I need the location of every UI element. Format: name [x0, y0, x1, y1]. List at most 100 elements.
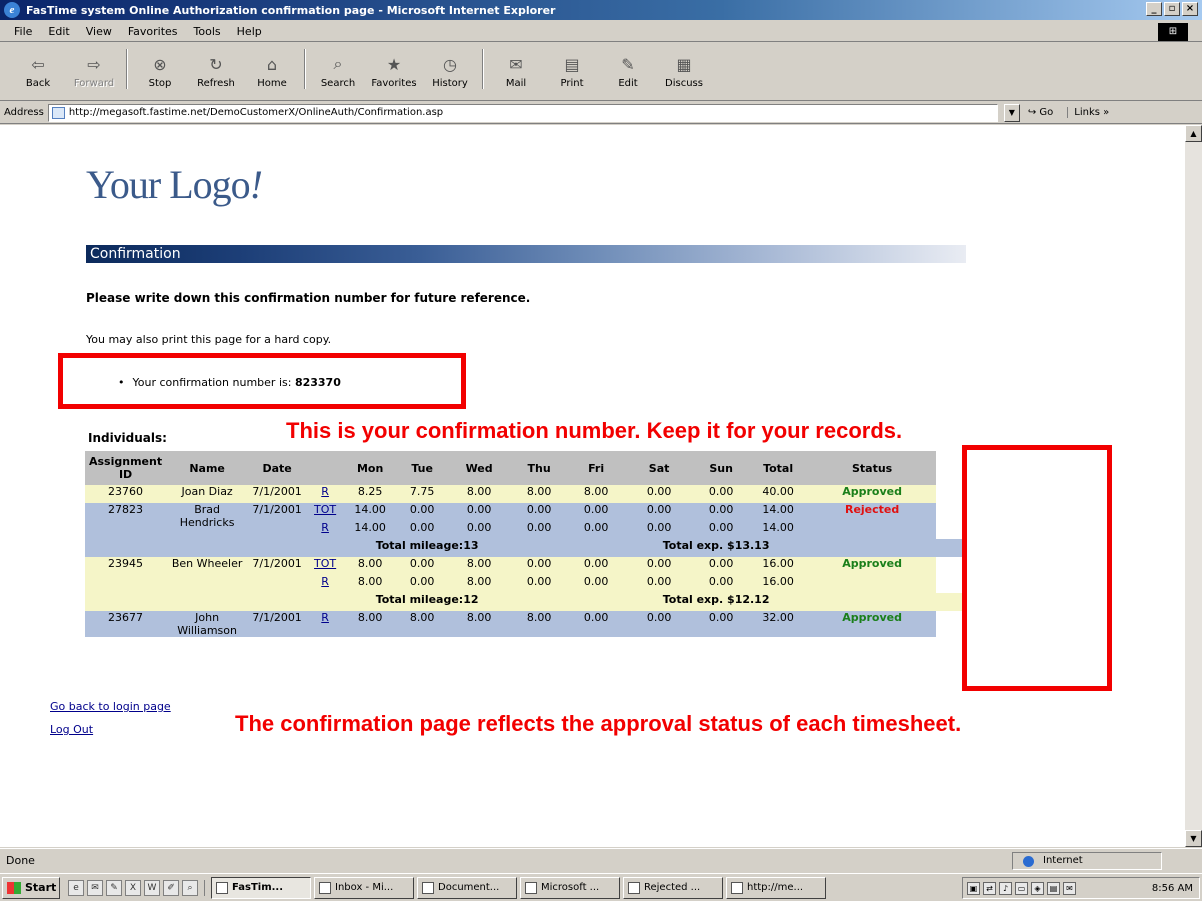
tray-volume-icon[interactable]: ♪ [999, 881, 1012, 895]
hours-thu: 0.00 [510, 575, 569, 593]
menu-favorites[interactable]: Favorites [128, 25, 178, 38]
logout-link[interactable]: Log Out [50, 723, 93, 736]
stop-button[interactable]: ⊗ Stop [132, 43, 188, 95]
ql-excel-icon[interactable]: X [125, 879, 141, 896]
menu-edit[interactable]: Edit [48, 25, 69, 38]
menu-help[interactable]: Help [237, 25, 262, 38]
favorites-button[interactable]: ★ Favorites [366, 43, 422, 95]
assignment-id: 23760 [85, 485, 167, 503]
col-total: Total [748, 451, 809, 485]
back-button[interactable]: ⇦ Back [10, 43, 66, 95]
taskbar-task[interactable]: Rejected ... [623, 876, 723, 899]
links-button[interactable]: Links » [1067, 107, 1109, 118]
hours-code-link[interactable]: R [321, 575, 329, 588]
col-tue: Tue [396, 451, 449, 485]
home-icon: ⌂ [266, 54, 278, 74]
zone-label: Internet [1043, 855, 1083, 866]
taskbar-task[interactable]: Document... [417, 876, 517, 899]
menu-file[interactable]: File [14, 25, 32, 38]
hours-code-link[interactable]: TOT [314, 557, 336, 570]
toolbar-label: Print [560, 78, 584, 89]
menu-view[interactable]: View [86, 25, 112, 38]
taskbar-task[interactable]: FasTim... [211, 876, 311, 899]
hours-sun: 0.00 [694, 521, 749, 539]
ql-tool-icon[interactable]: ✐ [163, 879, 179, 896]
spacer-cell [568, 539, 625, 557]
forward-button[interactable]: ⇨ Forward [66, 43, 122, 95]
confirmation-label: Your confirmation number is: [132, 376, 292, 389]
home-button[interactable]: ⌂ Home [244, 43, 300, 95]
table-row: 23677 John Williamson 7/1/2001 R 8.00 8.00 8.0… [85, 611, 965, 637]
print-note: You may also print this page for a hard … [86, 333, 332, 346]
address-input[interactable]: http://megasoft.fastime.net/DemoCustomer… [47, 103, 998, 122]
section-title: Confirmation [90, 246, 181, 262]
hours-code-link[interactable]: TOT [314, 503, 336, 516]
hours-sat: 0.00 [624, 557, 695, 575]
scroll-up-icon[interactable]: ▲ [1185, 125, 1202, 142]
edit-button[interactable]: ✎ Edit [600, 43, 656, 95]
hours-total: 14.00 [748, 503, 809, 521]
refresh-button[interactable]: ↻ Refresh [188, 43, 244, 95]
table-row: 23760 Joan Diaz 7/1/2001 R 8.25 7.75 8.00 8.00 8… [85, 485, 965, 503]
tray-app-icon[interactable]: ▣ [967, 881, 980, 895]
tray-print-icon[interactable]: ▤ [1047, 881, 1060, 895]
week-date: 7/1/2001 [248, 503, 307, 557]
print-button[interactable]: ▤ Print [544, 43, 600, 95]
address-bar: Address http://megasoft.fastime.net/Demo… [0, 102, 1202, 124]
hours-thu: 0.00 [510, 557, 569, 575]
hours-wed: 8.00 [448, 611, 511, 637]
windows-logo-icon: ⊞ [1158, 23, 1188, 41]
hours-wed: 8.00 [448, 575, 511, 593]
taskbar-task[interactable]: Microsoft ... [520, 876, 620, 899]
ql-word-icon[interactable]: W [144, 879, 160, 896]
taskbar-task[interactable]: Inbox - Mi... [314, 876, 414, 899]
ql-ie-icon[interactable]: e [68, 879, 84, 896]
start-button[interactable]: Start [2, 876, 60, 899]
ql-search-icon[interactable]: ⌕ [182, 879, 198, 896]
search-button[interactable]: ⌕ Search [310, 43, 366, 95]
hours-sun: 0.00 [694, 611, 749, 637]
toolbar-label: Favorites [371, 78, 417, 89]
maximize-button[interactable]: ▫ [1164, 2, 1180, 16]
task-label: Rejected ... [644, 881, 701, 893]
ql-paint-icon[interactable]: ✎ [106, 879, 122, 896]
taskbar-task[interactable]: http://me... [726, 876, 826, 899]
tray-monitor-icon[interactable]: ▭ [1015, 881, 1028, 895]
hours-mon: 8.00 [344, 611, 397, 637]
hours-mon: 8.00 [344, 575, 397, 593]
discuss-button[interactable]: ▦ Discuss [656, 43, 712, 95]
scroll-down-icon[interactable]: ▼ [1185, 830, 1202, 847]
task-label: FasTim... [232, 881, 284, 893]
hours-tue: 8.00 [396, 611, 449, 637]
task-app-icon [422, 881, 434, 894]
favorites-icon: ★ [386, 54, 402, 74]
hours-fri: 0.00 [568, 557, 625, 575]
back-to-login-link[interactable]: Go back to login page [50, 700, 171, 713]
total-expense: Total exp. $12.12 [624, 593, 809, 611]
minimize-button[interactable]: _ [1146, 2, 1162, 16]
address-dropdown-icon[interactable]: ▼ [1003, 103, 1020, 122]
hours-code-link[interactable]: R [321, 611, 329, 624]
mail-icon: ✉ [509, 54, 523, 74]
hours-code-link[interactable]: R [321, 521, 329, 534]
history-button[interactable]: ◷ History [422, 43, 478, 95]
tray-network-icon[interactable]: ⇄ [983, 881, 996, 895]
table-row: 23945 Ben Wheeler 7/1/2001 TOT 8.00 0.00 8.00 0… [85, 557, 965, 611]
vertical-scrollbar[interactable]: ▲ ▼ [1184, 125, 1202, 847]
search-icon: ⌕ [333, 54, 343, 73]
close-button[interactable]: × [1182, 2, 1198, 16]
ql-outlook-icon[interactable]: ✉ [87, 879, 103, 896]
status-badge: Approved [842, 611, 902, 624]
week-date: 7/1/2001 [248, 611, 307, 637]
spacer-cell [568, 593, 625, 611]
go-button[interactable]: ↪ Go [1028, 107, 1053, 118]
tray-mail-icon[interactable]: ✉ [1063, 881, 1076, 895]
mail-button[interactable]: ✉ Mail [488, 43, 544, 95]
menu-tools[interactable]: Tools [194, 25, 221, 38]
col-thu: Thu [510, 451, 569, 485]
hours-sun: 0.00 [694, 575, 749, 593]
hours-code-link[interactable]: R [321, 485, 329, 498]
security-zone: Internet [1012, 852, 1162, 870]
stop-icon: ⊗ [153, 54, 167, 74]
tray-shield-icon[interactable]: ◈ [1031, 881, 1044, 895]
